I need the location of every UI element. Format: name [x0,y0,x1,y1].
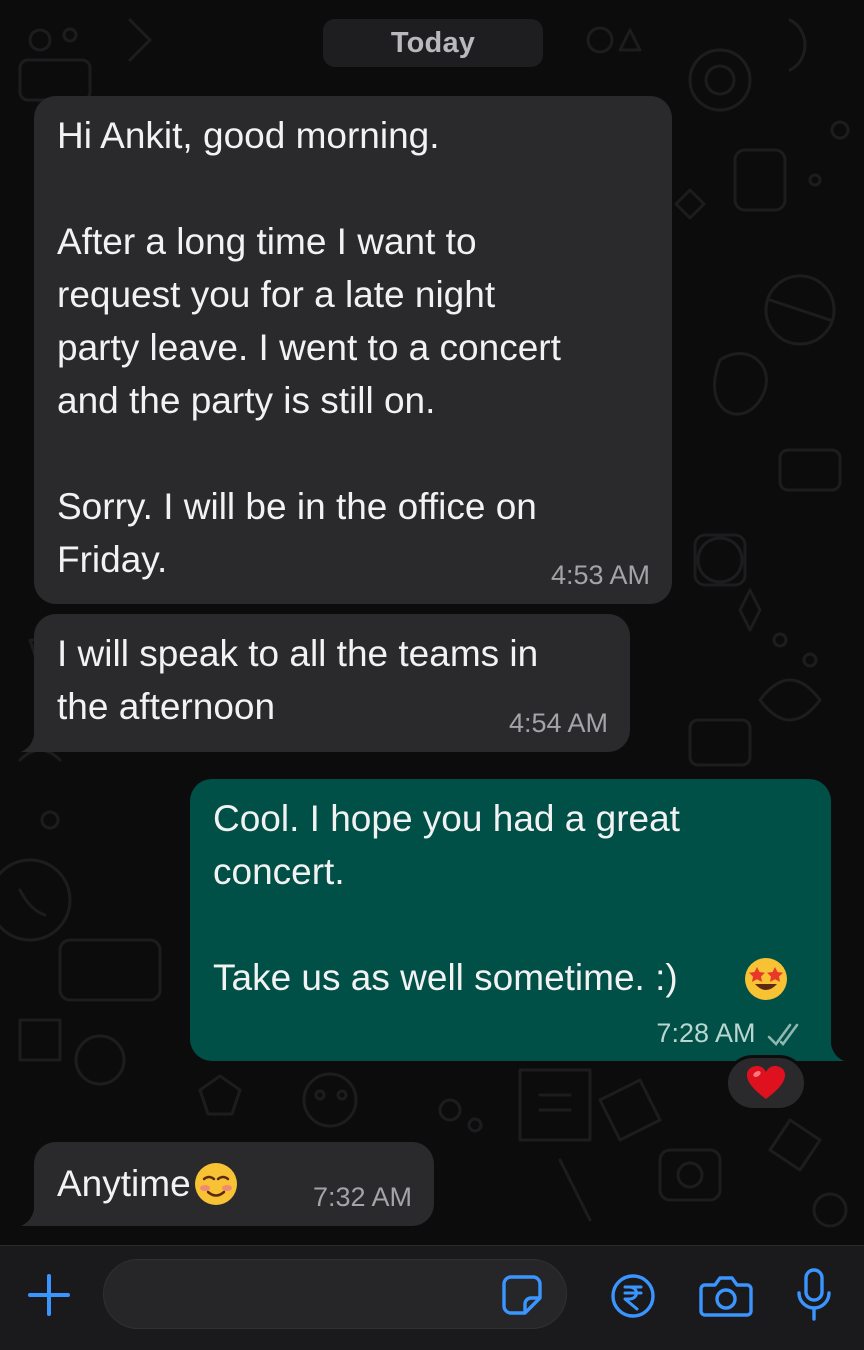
message-bubble-incoming[interactable]: I will speak to all the teams in the aft… [21,614,630,752]
bubble-tail [21,726,47,752]
star-struck-emoji [745,958,787,1000]
read-double-check-icon [767,1023,799,1046]
message-text: Anytime [57,1163,191,1204]
rupee-icon[interactable] [607,1270,659,1322]
smiling-face-emoji [194,1162,237,1205]
bubble-tail [21,1200,47,1226]
red-heart-emoji [747,1066,785,1099]
message-bubble-incoming[interactable]: Hi Ankit, good morning. After a long tim… [34,96,672,604]
message-text: Cool. I hope you had a great concert. Ta… [213,798,680,998]
microphone-icon[interactable] [792,1266,836,1324]
camera-icon[interactable] [697,1270,755,1322]
message-reaction[interactable] [725,1055,807,1111]
message-time: 4:54 AM [508,708,608,738]
chat-screen: Today Hi Ankit, good morning. After a lo… [0,0,864,1350]
plus-icon[interactable] [24,1270,74,1320]
message-time-text: 7:28 AM [656,1018,756,1048]
message-bubble-outgoing[interactable]: Cool. I hope you had a great concert. Ta… [190,779,844,1061]
bubble-tail [818,1035,844,1061]
message-time: 4:53 AM [550,560,650,590]
sticker-icon[interactable] [497,1272,547,1318]
message-bubble-incoming[interactable]: Anytime 7:32 AM [21,1142,434,1226]
message-text: Hi Ankit, good morning. After a long tim… [57,115,561,580]
message-time: 7:28 AM [656,1018,807,1048]
date-divider: Today [323,19,543,67]
message-time: 7:32 AM [312,1182,412,1212]
